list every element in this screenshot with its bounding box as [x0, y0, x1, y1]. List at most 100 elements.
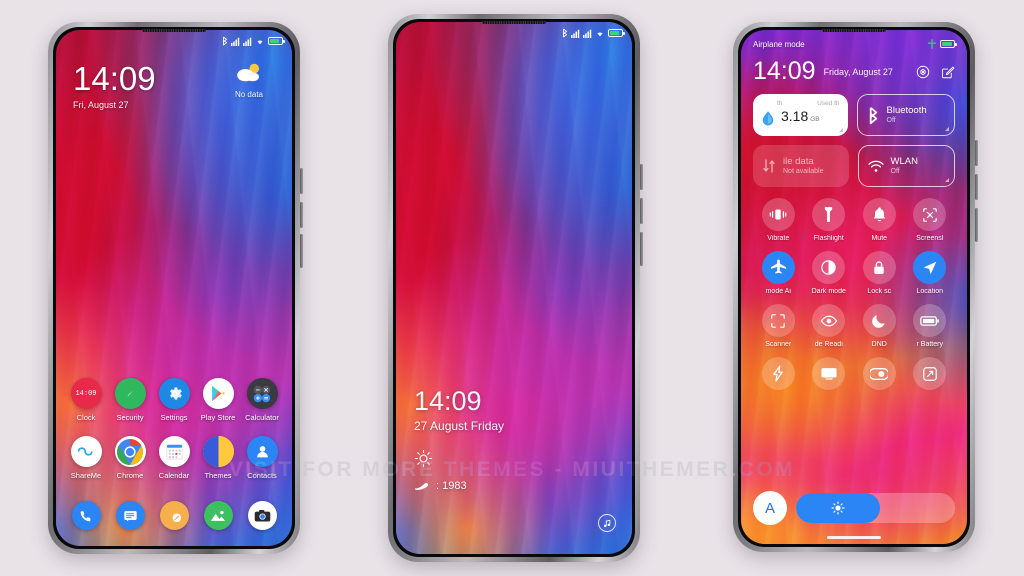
qs-cast[interactable] [804, 357, 855, 394]
dock-gallery[interactable] [196, 501, 240, 530]
shoe-icon [414, 483, 429, 490]
volume-up-button[interactable] [640, 164, 643, 190]
volume-up-button[interactable] [975, 140, 978, 166]
dock-notes[interactable] [152, 501, 196, 530]
qs-lock-screen[interactable]: Lock sc [854, 251, 905, 295]
qs-battery-saver[interactable]: r Battery [905, 304, 956, 348]
power-button[interactable] [975, 208, 978, 242]
app-calendar[interactable]: Calendar [152, 436, 196, 480]
water-drop-icon [762, 111, 774, 126]
qs-dnd[interactable]: DND [854, 304, 905, 348]
qs-screenshot[interactable]: Screensl [905, 198, 956, 242]
tile-subtitle: Off [890, 168, 900, 176]
power-button[interactable] [640, 232, 643, 266]
app-contacts[interactable]: Contacts [240, 436, 284, 480]
qs-label: Scanner [765, 341, 792, 348]
bluetooth-icon [223, 36, 227, 46]
app-chrome[interactable]: Chrome [108, 436, 152, 480]
resize-corner-icon [838, 128, 843, 132]
app-grid: 14:09 Clock Security Settings Play Store… [56, 378, 292, 480]
app-shareme[interactable]: ShareMe [64, 436, 108, 480]
lightning-icon [761, 357, 795, 390]
qs-label: Location [916, 288, 943, 295]
status-bar [562, 28, 625, 38]
qs-airplane-mode[interactable]: mode Ai [753, 251, 804, 295]
bluetooth-icon [869, 106, 877, 124]
tile-subtitle: Not available [783, 168, 824, 176]
cast-icon [812, 357, 846, 390]
qs-label: r Battery [916, 341, 943, 348]
bluetooth-tile[interactable]: Bluetooth Off [856, 94, 955, 136]
color-mode-icon [862, 357, 896, 390]
volume-up-button[interactable] [300, 168, 303, 194]
qs-dark-mode[interactable]: Dark mode [804, 251, 855, 295]
tile-title: Bluetooth [886, 104, 927, 116]
home-clock-time: 14:09 [73, 60, 156, 97]
wlan-tile[interactable]: WLAN Off [857, 145, 955, 187]
settings-gear-icon[interactable] [916, 65, 930, 79]
volume-down-button[interactable] [975, 174, 978, 200]
vibrate-icon [761, 198, 795, 231]
qs-label: Screensl [916, 235, 944, 242]
dock-phone[interactable] [64, 501, 108, 530]
camera-icon [247, 501, 277, 530]
dock-messages[interactable] [108, 501, 152, 530]
brightness-slider[interactable] [796, 493, 955, 523]
qs-scanner[interactable]: Scanner [753, 304, 804, 348]
steps-count: : 1983 [436, 480, 467, 492]
phone3-screen: Airplane mode 14:09 Friday, August 27 th… [741, 30, 967, 544]
app-play-store[interactable]: Play Store [196, 378, 240, 422]
mobile-data-tile[interactable]: ile data Not available [753, 145, 849, 187]
location-arrow-icon [913, 251, 947, 284]
app-calculator[interactable]: Calculator [240, 378, 284, 422]
qs-reading-mode[interactable]: de Readi [804, 304, 855, 348]
music-button[interactable] [598, 514, 616, 532]
phone2-screen: 14:09 27 August Friday: 1983 [396, 22, 632, 554]
qs-lightning[interactable] [753, 357, 804, 394]
qs-mute[interactable]: Mute [854, 198, 905, 242]
home-clock-widget[interactable]: 14:09 Fri, August 27 [73, 62, 156, 110]
app-label: Themes [204, 471, 232, 480]
signal-icon [243, 37, 252, 46]
power-button[interactable] [300, 234, 303, 268]
qs-color-mode[interactable] [854, 357, 905, 394]
app-themes[interactable]: Themes [196, 436, 240, 480]
app-clock[interactable]: 14:09 Clock [64, 378, 108, 422]
volume-down-button[interactable] [300, 202, 303, 228]
qs-expand[interactable] [905, 357, 956, 394]
qs-location[interactable]: Location [905, 251, 956, 295]
calendar-icon [158, 436, 190, 467]
qs-label: de Readi [814, 341, 843, 348]
status-bar [222, 36, 285, 46]
home-indicator [827, 536, 881, 539]
dock-camera[interactable] [240, 501, 284, 530]
brightness-row: A [753, 491, 955, 525]
app-security[interactable]: Security [108, 378, 152, 422]
qs-label: Flashlight [813, 235, 844, 242]
charging-bolt-icon [928, 39, 936, 49]
lock-icon [862, 251, 896, 284]
quick-settings-grid: Vibrate Flashlight Mute Screensl mode Ai… [753, 198, 955, 394]
lock-screen-info: 14:09 27 August Friday: 1983 [414, 388, 504, 493]
edit-pencil-icon[interactable] [941, 65, 955, 79]
moon-icon [862, 304, 896, 337]
clock-icon: 14:09 [70, 378, 102, 409]
app-label: Calculator [245, 413, 279, 422]
auto-brightness-button[interactable]: A [753, 491, 787, 525]
qs-label: Lock sc [867, 288, 892, 295]
airplane-mode-label: Airplane mode [753, 39, 805, 49]
qs-vibrate[interactable]: Vibrate [753, 198, 804, 242]
control-center-header: 14:09 Friday, August 27 [753, 59, 955, 84]
app-settings[interactable]: Settings [152, 378, 196, 422]
auto-brightness-label: A [764, 499, 775, 517]
volume-down-button[interactable] [640, 198, 643, 224]
gallery-icon [203, 501, 233, 530]
control-center: Airplane mode 14:09 Friday, August 27 th… [741, 30, 967, 544]
scanner-icon [761, 304, 795, 337]
chrome-icon [114, 436, 146, 467]
partly-cloudy-icon [237, 63, 260, 82]
data-usage-card[interactable]: th Used th 3.18 GB [753, 94, 848, 136]
screenshot-canvas: 14:09 Fri, August 27 No data 14:09 Clock… [0, 0, 1024, 576]
weather-widget[interactable]: No data [220, 62, 278, 99]
qs-flashlight[interactable]: Flashlight [804, 198, 855, 242]
